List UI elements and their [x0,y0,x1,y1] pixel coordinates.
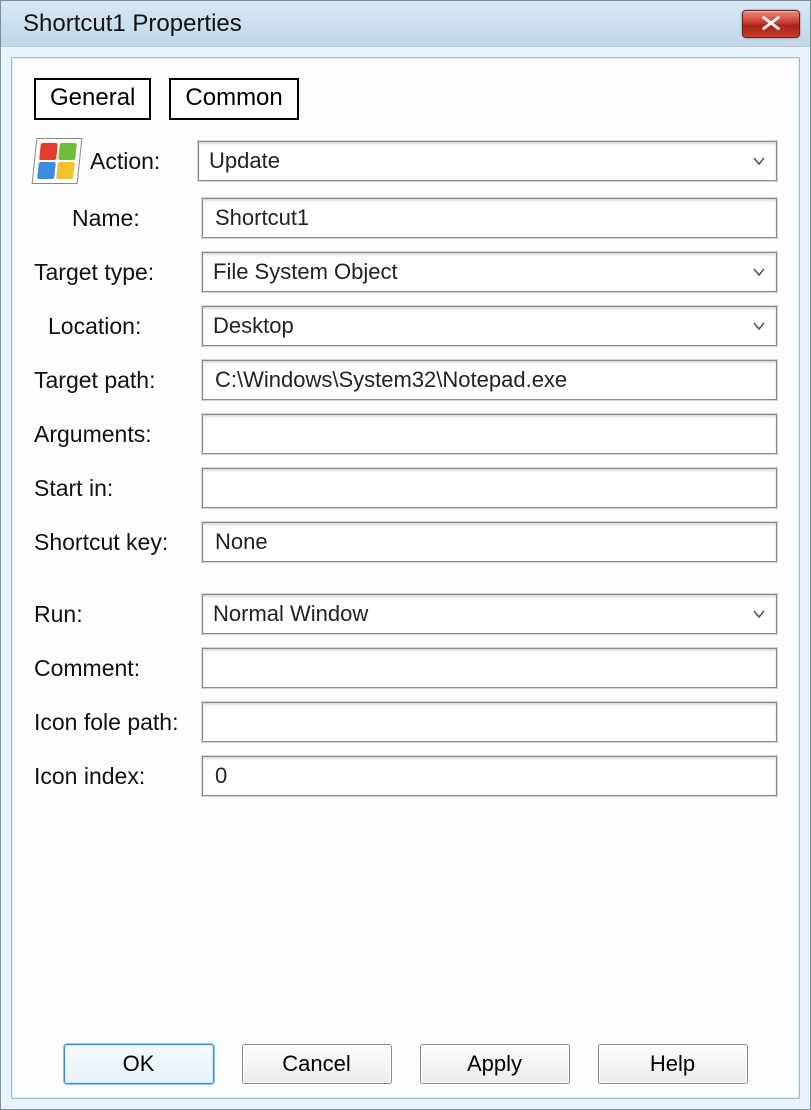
row-start-in: Start in: [34,468,777,508]
label-shortcut-key: Shortcut key: [34,529,202,556]
close-icon [760,11,782,37]
apply-button[interactable]: Apply [420,1044,570,1084]
label-icon-index: Icon index: [34,763,202,790]
row-arguments: Arguments: [34,414,777,454]
icon-file-path-input[interactable] [213,707,766,737]
row-icon-index: Icon index: [34,756,777,796]
label-start-in: Start in: [34,475,202,502]
row-shortcut-key: Shortcut key: [34,522,777,562]
chevron-down-icon [752,265,766,279]
icon-file-path-input-wrap [202,702,777,742]
button-row: OK Cancel Apply Help [34,1034,777,1084]
shortcut-key-input-wrap [202,522,777,562]
row-comment: Comment: [34,648,777,688]
location-select[interactable]: Desktop [202,306,777,346]
run-select[interactable]: Normal Window [202,594,777,634]
windows-logo-icon [32,138,83,184]
label-icon-file-path: Icon fole path: [34,709,202,736]
titlebar: Shortcut1 Properties [1,1,810,47]
cancel-button[interactable]: Cancel [242,1044,392,1084]
row-target-type: Target type: File System Object [34,252,777,292]
row-action: Action: Update [34,138,777,184]
label-action: Action: [90,148,198,175]
label-run: Run: [34,601,202,628]
icon-index-input-wrap [202,756,777,796]
label-arguments: Arguments: [34,421,202,448]
label-target-type: Target type: [34,259,202,286]
shortcut-key-input[interactable] [213,527,766,557]
target-path-input[interactable] [213,365,766,395]
label-target-path: Target path: [34,367,202,394]
target-type-select[interactable]: File System Object [202,252,777,292]
chevron-down-icon [752,607,766,621]
chevron-down-icon [752,319,766,333]
tab-general[interactable]: General [34,78,151,120]
properties-dialog: Shortcut1 Properties General Common Acti… [0,0,811,1110]
form-area: Action: Update Name: Target type: File S… [34,138,777,1034]
action-select[interactable]: Update [198,141,777,181]
comment-input[interactable] [213,653,766,683]
target-path-input-wrap [202,360,777,400]
row-target-path: Target path: [34,360,777,400]
label-location: Location: [34,313,202,340]
tab-strip: General Common [34,78,777,120]
start-in-input-wrap [202,468,777,508]
name-input-wrap [202,198,777,238]
row-name: Name: [34,198,777,238]
row-run: Run: Normal Window [34,594,777,634]
action-value: Update [209,148,280,174]
location-value: Desktop [213,313,294,339]
run-value: Normal Window [213,601,368,627]
name-input[interactable] [213,203,766,233]
label-name: Name: [34,205,202,232]
start-in-input[interactable] [213,473,766,503]
arguments-input[interactable] [213,419,766,449]
help-button[interactable]: Help [598,1044,748,1084]
client-area: General Common Action: Update Name: [11,57,800,1099]
label-comment: Comment: [34,655,202,682]
row-icon-file-path: Icon fole path: [34,702,777,742]
tab-common[interactable]: Common [169,78,298,120]
icon-index-input[interactable] [213,761,766,791]
window-title: Shortcut1 Properties [23,10,742,38]
close-button[interactable] [742,10,800,38]
target-type-value: File System Object [213,259,398,285]
ok-button[interactable]: OK [64,1044,214,1084]
arguments-input-wrap [202,414,777,454]
chevron-down-icon [752,154,766,168]
comment-input-wrap [202,648,777,688]
row-location: Location: Desktop [34,306,777,346]
